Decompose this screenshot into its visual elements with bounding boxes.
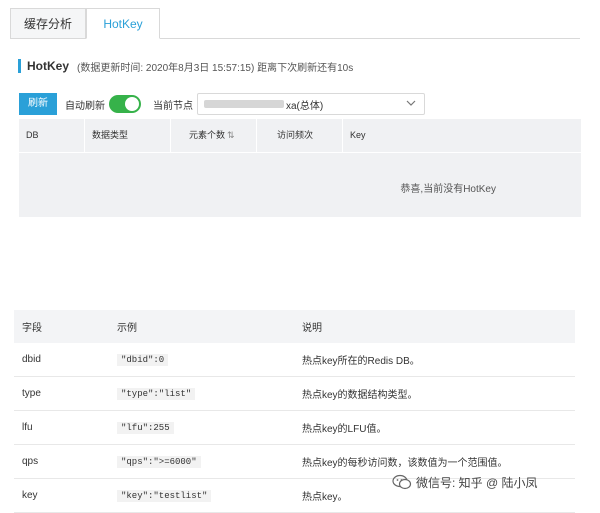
- wechat-icon: [392, 474, 412, 490]
- tab-cache-analysis[interactable]: 缓存分析: [10, 8, 86, 38]
- table-row: type "type":"list" 热点key的数据结构类型。: [14, 376, 575, 411]
- update-info: (数据更新时间: 2020年8月3日 15:57:15) 距离下次刷新还有10s: [77, 62, 354, 74]
- node-select[interactable]: xa(总体): [197, 93, 425, 115]
- field-desc: 热点key的数据结构类型。: [294, 376, 575, 411]
- field-example: "dbid":0: [117, 354, 169, 366]
- field-name: type: [14, 376, 109, 411]
- field-desc: 热点key的LFU值。: [294, 410, 575, 445]
- redacted-node-name: [204, 100, 284, 108]
- table-row: lfu "lfu":255 热点key的LFU值。: [14, 410, 575, 445]
- tab-hotkey[interactable]: HotKey: [86, 8, 160, 39]
- field-name: key: [14, 478, 109, 513]
- tab-bar: 缓存分析 HotKey: [10, 8, 580, 39]
- table-row: dbid "dbid":0 热点key所在的Redis DB。: [14, 343, 575, 377]
- col-key: Key: [350, 130, 366, 140]
- col-field: 字段: [14, 310, 109, 343]
- sort-icon[interactable]: ⇅: [227, 119, 235, 152]
- refresh-button[interactable]: 刷新: [19, 93, 57, 115]
- empty-message: 恭喜,当前没有HotKey: [400, 184, 496, 195]
- watermark-text: 微信号: 知乎 @ 陆小凤: [416, 475, 538, 490]
- field-desc: 热点key所在的Redis DB。: [294, 343, 575, 377]
- current-node-label: 当前节点: [153, 100, 193, 112]
- section-header: HotKey (数据更新时间: 2020年8月3日 15:57:15) 距离下次…: [18, 57, 353, 75]
- auto-refresh-label: 自动刷新: [65, 100, 105, 112]
- page-title: HotKey: [27, 59, 70, 73]
- hotkey-empty-state: 恭喜,当前没有HotKey: [19, 152, 581, 217]
- col-element-count[interactable]: 元素个数 ⇅: [171, 119, 257, 152]
- field-name: qps: [14, 444, 109, 479]
- field-example: "lfu":255: [117, 422, 174, 434]
- col-db: DB: [19, 119, 85, 152]
- col-example: 示例: [109, 310, 294, 343]
- toolbar: 刷新 自动刷新 当前节点 xa(总体): [19, 92, 425, 116]
- auto-refresh-toggle[interactable]: [109, 95, 141, 113]
- node-select-value: xa(总体): [286, 100, 324, 112]
- field-name: dbid: [14, 343, 109, 377]
- field-table-header: 字段 示例 说明: [14, 310, 575, 343]
- watermark: 微信号: 知乎 @ 陆小凤: [392, 472, 538, 492]
- col-data-type: 数据类型: [85, 119, 171, 152]
- col-access-frequency: 访问频次: [257, 119, 343, 152]
- field-example: "key":"testlist": [117, 490, 212, 502]
- hotkey-table-header: DB 数据类型 元素个数 ⇅ 访问频次 Key: [19, 119, 581, 152]
- field-example: "type":"list": [117, 388, 196, 400]
- chevron-down-icon: [405, 97, 417, 112]
- col-element-count-label: 元素个数: [189, 130, 226, 140]
- field-name: lfu: [14, 410, 109, 445]
- title-accent-bar: [18, 59, 21, 73]
- col-description: 说明: [294, 310, 575, 343]
- field-example: "qps":">=6000": [117, 456, 201, 468]
- hotkey-table: DB 数据类型 元素个数 ⇅ 访问频次 Key 恭喜,当前没有HotKey: [19, 119, 581, 217]
